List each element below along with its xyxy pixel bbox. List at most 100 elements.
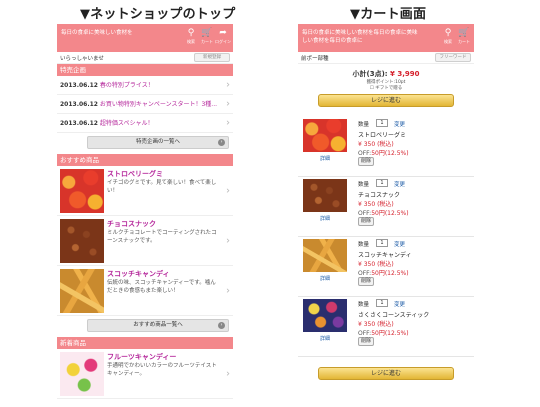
news-title: 超特価スペシャル！	[99, 120, 154, 127]
product-description: ミルクチョコレートでコーティングされたコーンスナックです。	[107, 230, 217, 244]
cart-item-name: スコッチキャンディ	[358, 252, 412, 259]
discount-value: 50円(12.5%)	[371, 150, 409, 157]
search-button[interactable]: ⚲ 検索	[183, 28, 199, 44]
search-button[interactable]: ⚲ 検索	[440, 28, 456, 44]
site-tagline: 毎日の食卓に美味しい食材を毎日の食卓に美味しい食材を毎日の食卓に	[302, 30, 418, 44]
cart-item-name: ストロベリーグミ	[358, 132, 407, 139]
product-name: チョコスナック	[107, 220, 156, 228]
discount-label: OFF:	[358, 270, 372, 277]
news-title: 春の特別プライス！	[99, 82, 154, 89]
checkout-button-top[interactable]: レジに進む	[318, 94, 454, 107]
cart-label: カート	[458, 39, 470, 44]
delete-button[interactable]: 削除	[358, 157, 374, 166]
recommend-list-label: おすすめ商品一覧へ	[133, 322, 183, 328]
shop-top-screen: 毎日の食卓に美味しい食材を ⚲ 検索 🛒 カート ➦ ログイン いらっしゃいませ 新規…	[57, 24, 233, 407]
product-description: 伝統の味、スコッチキャンディーです。噛んだときの食感もまた楽しい！	[107, 280, 216, 294]
news-title: お買い物特別キャンペーンスタート！3種...	[99, 101, 218, 108]
quantity-label: 数量	[358, 242, 370, 248]
cart-button[interactable]: 🛒 カート	[456, 28, 472, 44]
quantity-input[interactable]: 1	[376, 119, 388, 127]
welcome-text: いらっしゃいませ	[60, 56, 104, 62]
cart-item: 詳細 数量 1 変更 スコッチキャンディ ¥ 350 (税込) OFF:50円(…	[298, 237, 474, 297]
search-label: 検索	[187, 39, 195, 44]
news-item[interactable]: 2013.06.12 お買い物特別キャンペーンスタート！3種... ›	[57, 95, 233, 114]
chevron-right-icon: ›	[226, 98, 230, 110]
news-item[interactable]: 2013.06.12 春の特別プライス！ ›	[57, 76, 233, 95]
product-item[interactable]: フルーツキャンディー 手通明でかわいいカラーのフルーツテイストキャンディー。 ›	[57, 349, 233, 399]
detail-link[interactable]: 詳細	[320, 215, 330, 222]
recommend-list-button[interactable]: おすすめ商品一覧へ ›	[87, 319, 229, 332]
discount-value: 50円(12.5%)	[371, 270, 409, 277]
delete-button[interactable]: 削除	[358, 217, 374, 226]
freeword-search-button[interactable]: フリーワード	[435, 53, 471, 62]
site-tagline: 毎日の食卓に美味しい食材を	[61, 30, 133, 36]
cart-screen: 毎日の食卓に美味しい食材を毎日の食卓に美味しい食材を毎日の食卓に ⚲ 検索 🛒 カー…	[298, 24, 474, 407]
quantity-input[interactable]: 1	[376, 239, 388, 247]
search-icon: ⚲	[187, 28, 195, 38]
delete-button[interactable]: 削除	[358, 277, 374, 286]
change-link[interactable]: 変更	[394, 240, 405, 248]
quantity-input[interactable]: 1	[376, 299, 388, 307]
welcome-bar: いらっしゃいませ 新規登録	[57, 52, 233, 64]
news-date: 2013.06.12	[60, 101, 98, 108]
news-item[interactable]: 2013.06.12 超特価スペシャル！ ›	[57, 114, 233, 133]
login-icon: ➦	[219, 28, 227, 38]
points-text: 獲得ポイント:10pt	[366, 80, 406, 85]
cart-label: カート	[201, 39, 213, 44]
discount-label: OFF:	[358, 150, 372, 157]
change-link[interactable]: 変更	[394, 300, 405, 308]
cart-item: 詳細 数量 1 変更 さくさくコーンスティック ¥ 350 (税込) OFF:5…	[298, 297, 474, 357]
cart-item: 詳細 数量 1 変更 チョコスナック ¥ 350 (税込) OFF:50円(12…	[298, 177, 474, 237]
product-name: スコッチキャンディ	[107, 270, 170, 278]
cart-button[interactable]: 🛒 カート	[199, 28, 215, 44]
detail-link[interactable]: 詳細	[320, 275, 330, 282]
arrow-circle-icon: ›	[218, 139, 225, 146]
cart-item-image	[303, 119, 347, 152]
cart-item-name: さくさくコーンスティック	[358, 312, 430, 319]
login-label: ログイン	[215, 39, 231, 44]
cart-item-name: チョコスナック	[358, 192, 401, 199]
subtotal-label: 小計(3点):	[352, 70, 388, 78]
change-link[interactable]: 変更	[394, 120, 405, 128]
section-title-sale: 特売企画	[57, 64, 233, 76]
login-button[interactable]: ➦ ログイン	[215, 28, 231, 44]
discount-label: OFF:	[358, 210, 372, 217]
product-name: フルーツキャンディー	[107, 353, 177, 361]
delete-button[interactable]: 削除	[358, 337, 374, 346]
cart-item-price: ¥ 350 (税込)	[358, 201, 394, 208]
cart-item-image	[303, 179, 347, 212]
quantity-label: 数量	[358, 302, 370, 308]
gift-checkbox[interactable]: ☐	[370, 86, 374, 91]
arrow-circle-icon: ›	[218, 322, 225, 329]
cart-icon: 🛒	[458, 28, 470, 38]
product-item[interactable]: チョコスナック ミルクチョコレートでコーティングされたコーンスナックです。 ›	[57, 216, 233, 266]
cart-item: 詳細 数量 1 変更 ストロベリーグミ ¥ 350 (税込) OFF:50円(1…	[298, 117, 474, 177]
quantity-label: 数量	[358, 122, 370, 128]
product-item[interactable]: ストロベリーグミ イチゴのグミです。見て楽しい！食べて楽しい！ ›	[57, 166, 233, 216]
left-screen-heading: ▼ネットショップのトップ	[80, 7, 236, 22]
product-image	[60, 219, 104, 263]
discount-value: 50円(12.5%)	[371, 210, 409, 217]
gift-label: ギフトで贈る	[375, 86, 403, 91]
chevron-right-icon: ›	[226, 368, 230, 379]
checkout-button-bottom[interactable]: レジに進む	[318, 367, 454, 380]
product-image	[60, 352, 104, 396]
site-header: 毎日の食卓に美味しい食材を毎日の食卓に美味しい食材を毎日の食卓に ⚲ 検索 🛒 カー…	[298, 24, 474, 52]
chevron-right-icon: ›	[226, 235, 230, 246]
detail-link[interactable]: 詳細	[320, 155, 330, 162]
news-date: 2013.06.12	[60, 120, 98, 127]
cart-icon: 🛒	[201, 28, 213, 38]
register-button[interactable]: 新規登録	[194, 53, 230, 62]
product-item[interactable]: スコッチキャンディ 伝統の味、スコッチキャンディーです。噛んだときの食感もまた楽…	[57, 266, 233, 316]
quantity-input[interactable]: 1	[376, 179, 388, 187]
detail-link[interactable]: 詳細	[320, 335, 330, 342]
discount-label: OFF:	[358, 330, 372, 337]
change-link[interactable]: 変更	[394, 180, 405, 188]
cart-summary: 小計(3点): ¥ 3,990 獲得ポイント:10pt ☐ ギフトで贈る	[298, 64, 474, 94]
cart-item-image	[303, 239, 347, 272]
product-description: 手通明でかわいいカラーのフルーツテイストキャンディー。	[107, 363, 217, 377]
section-title-recommend: おすすめ商品	[57, 154, 233, 166]
discount-value: 50円(12.5%)	[371, 330, 409, 337]
sale-list-button[interactable]: 特売企画の一覧へ ›	[87, 136, 229, 149]
product-name: ストロベリーグミ	[107, 170, 163, 178]
